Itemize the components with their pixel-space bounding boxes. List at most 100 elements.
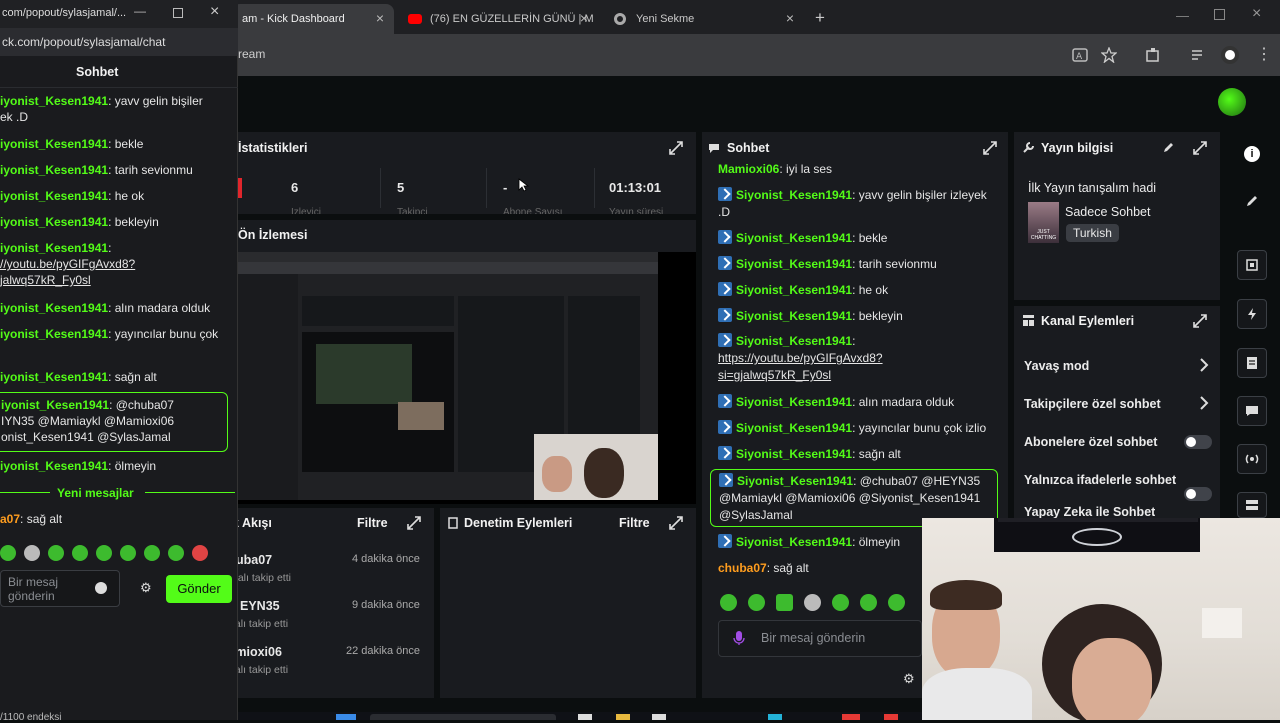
chat-button[interactable] — [1237, 396, 1267, 426]
emote-icon[interactable] — [804, 594, 821, 611]
send-button[interactable]: Gönder — [166, 575, 232, 603]
minimize-icon[interactable]: — — [1176, 8, 1189, 23]
emote-icon[interactable] — [720, 594, 737, 611]
gear-icon[interactable]: ⚙ — [903, 671, 915, 687]
emote-icon[interactable] — [776, 594, 793, 611]
ai-chat-label[interactable]: Yapay Zeka ile Sohbet — [1024, 505, 1155, 518]
new-messages-divider[interactable]: Yeni mesajlar — [57, 486, 134, 500]
emote-icon[interactable] — [120, 545, 136, 561]
chat-username[interactable]: iyonist_Kesen1941 — [0, 163, 108, 177]
chat-username[interactable]: Siyonist_Kesen1941 — [736, 535, 852, 549]
info-icon[interactable]: i — [1244, 146, 1260, 162]
tab-close-icon[interactable]: × — [786, 10, 794, 26]
tab-new[interactable]: Yeni Sekme × — [604, 4, 804, 34]
chat-username[interactable]: iyonist_Kesen1941 — [0, 215, 108, 229]
tab-youtube[interactable]: (76) EN GÜZELLERİN GÜNÜ | M × — [398, 4, 598, 34]
user-avatar[interactable] — [1218, 88, 1246, 116]
chat-username[interactable]: Siyonist_Kesen1941 — [736, 257, 852, 271]
tab-kick-dashboard[interactable]: am - Kick Dashboard × — [232, 4, 394, 34]
close-icon[interactable]: × — [210, 3, 219, 21]
emote-icon[interactable] — [0, 545, 16, 561]
emote-icon[interactable] — [96, 545, 112, 561]
chat-username[interactable]: Siyonist_Kesen1941 — [736, 231, 852, 245]
chat-username[interactable]: chuba07 — [718, 561, 767, 575]
chat-username[interactable]: iyonist_Kesen1941 — [0, 370, 108, 384]
bookmark-star-icon[interactable] — [1101, 47, 1117, 63]
chat-username[interactable]: Mamioxi06 — [718, 162, 779, 176]
chat-username[interactable]: iyonist_Kesen1941 — [1, 398, 109, 412]
chat-username[interactable]: Siyonist_Kesen1941 — [736, 447, 852, 461]
emotes-only-toggle[interactable] — [1184, 487, 1212, 501]
emote-icon[interactable] — [192, 545, 208, 561]
chat-username[interactable]: Siyonist_Kesen1941 — [736, 309, 852, 323]
activity-filter-button[interactable]: Filtre — [357, 516, 388, 530]
chat-link[interactable]: //youtu.be/pyGIFgAvxd8? — [0, 257, 135, 271]
expand-icon[interactable] — [1193, 141, 1207, 155]
broadcast-button[interactable] — [1237, 444, 1267, 474]
new-tab-icon[interactable]: + — [815, 8, 825, 28]
translate-icon[interactable]: A — [1072, 47, 1088, 63]
emote-icon[interactable] — [748, 594, 765, 611]
tab-close-icon[interactable]: × — [580, 10, 588, 26]
expand-icon[interactable] — [669, 141, 683, 155]
chat-username[interactable]: Siyonist_Kesen1941 — [737, 474, 853, 488]
popout-url[interactable]: ck.com/popout/sylasjamal/chat — [2, 35, 165, 49]
emote-icon[interactable] — [832, 594, 849, 611]
microphone-icon[interactable] — [733, 630, 745, 646]
tab-label: am - Kick Dashboard — [242, 13, 345, 25]
chat-link[interactable]: si=gjalwq57kR_Fy0sl — [718, 368, 831, 382]
chat-username[interactable]: iyonist_Kesen1941 — [0, 189, 108, 203]
subscribers-only-toggle[interactable] — [1184, 435, 1212, 449]
chat-username[interactable]: Siyonist_Kesen1941 — [736, 283, 852, 297]
emote-icon[interactable] — [48, 545, 64, 561]
chat-username[interactable]: a07 — [0, 512, 20, 526]
screen-capture-button[interactable] — [1237, 250, 1267, 280]
slow-mode-label[interactable]: Yavaş mod — [1024, 359, 1089, 373]
expand-icon[interactable] — [669, 516, 683, 530]
chat-username[interactable]: iyonist_Kesen1941 — [0, 241, 108, 255]
followers-only-label[interactable]: Takipçilere özel sohbet — [1024, 397, 1161, 411]
gear-icon[interactable]: ⚙ — [140, 580, 152, 596]
chevron-right-icon[interactable] — [1199, 358, 1209, 372]
edit-pencil-icon[interactable] — [1162, 141, 1175, 154]
emoji-icon[interactable] — [95, 582, 107, 594]
notes-button[interactable] — [1237, 348, 1267, 378]
expand-icon[interactable] — [983, 141, 997, 155]
layout-button[interactable] — [1237, 492, 1267, 518]
edit-pencil-icon[interactable] — [1245, 194, 1259, 208]
stream-preview-video[interactable] — [238, 252, 658, 500]
chat-username[interactable]: iyonist_Kesen1941 — [0, 459, 108, 473]
tab-close-icon[interactable]: × — [376, 10, 384, 26]
chat-username[interactable]: Siyonist_Kesen1941 — [736, 395, 852, 409]
emote-icon[interactable] — [168, 545, 184, 561]
expand-icon[interactable] — [407, 516, 421, 530]
chat-link[interactable]: https://youtu.be/pyGIFgAvxd8? — [718, 351, 883, 365]
extensions-icon[interactable] — [1145, 47, 1161, 63]
chat-username[interactable]: iyonist_Kesen1941 — [0, 137, 108, 151]
emote-icon[interactable] — [144, 545, 160, 561]
chat-username[interactable]: iyonist_Kesen1941 — [0, 327, 108, 341]
chat-username[interactable]: Siyonist_Kesen1941 — [736, 188, 852, 202]
chat-link[interactable]: jalwq57kR_Fy0sl — [0, 273, 91, 287]
minimize-icon[interactable]: — — [134, 4, 146, 18]
moderation-filter-button[interactable]: Filtre — [619, 516, 650, 530]
profile-avatar[interactable] — [1221, 46, 1239, 64]
browser-menu-icon[interactable]: ⋮ — [1256, 44, 1272, 64]
chevron-right-icon[interactable] — [1199, 396, 1209, 410]
emote-icon[interactable] — [72, 545, 88, 561]
quick-actions-button[interactable] — [1237, 299, 1267, 329]
chat-username[interactable]: Siyonist_Kesen1941 — [736, 421, 852, 435]
emote-icon[interactable] — [888, 594, 905, 611]
chat-username[interactable]: iyonist_Kesen1941 — [0, 301, 108, 315]
queue-icon[interactable] — [1190, 47, 1206, 63]
chat-username[interactable]: iyonist_Kesen1941 — [0, 94, 108, 108]
close-window-icon[interactable]: × — [1252, 5, 1261, 23]
chat-username[interactable]: Siyonist_Kesen1941 — [736, 334, 852, 348]
expand-icon[interactable] — [1193, 314, 1207, 328]
emote-icon[interactable] — [860, 594, 877, 611]
url-text[interactable]: ream — [238, 47, 265, 61]
maximize-icon[interactable] — [1214, 9, 1225, 20]
emote-icon[interactable] — [24, 545, 40, 561]
popout-header — [0, 56, 238, 88]
maximize-icon[interactable] — [173, 8, 183, 18]
